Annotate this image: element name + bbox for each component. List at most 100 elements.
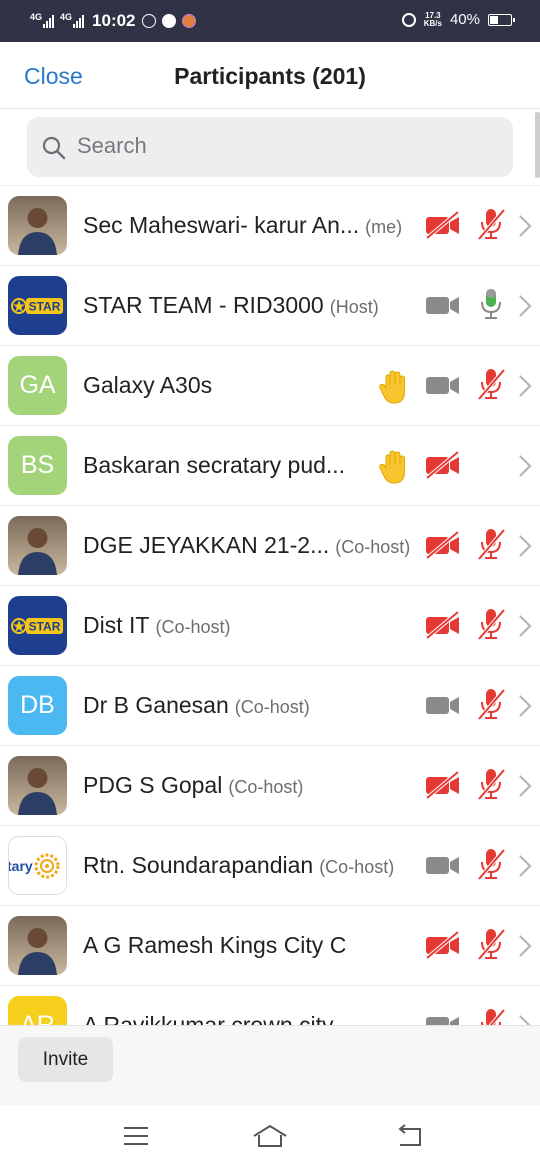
- video-on-icon[interactable]: [425, 370, 461, 405]
- participant-name: STAR TEAM - RID3000: [83, 292, 324, 318]
- mic-muted-icon[interactable]: [476, 367, 506, 406]
- avatar: [8, 916, 67, 975]
- network-type-1: 4G: [30, 12, 43, 22]
- chevron-right-icon[interactable]: [518, 694, 532, 723]
- video-off-icon[interactable]: [425, 930, 461, 965]
- video-on-icon[interactable]: [425, 290, 461, 325]
- chevron-right-icon[interactable]: [518, 534, 532, 563]
- logo-text: tary: [8, 857, 33, 874]
- video-on-icon[interactable]: [425, 1010, 461, 1026]
- participant-name-line: STAR TEAM - RID3000 (Host): [83, 292, 379, 319]
- participant-row[interactable]: GA Galaxy A30s: [0, 346, 540, 426]
- participant-name: Rtn. Soundarapandian: [83, 852, 314, 878]
- video-off-icon[interactable]: [425, 530, 461, 565]
- participant-role: (Host): [329, 297, 379, 317]
- mic-muted-icon[interactable]: [476, 687, 506, 726]
- mic-muted-icon[interactable]: [476, 927, 506, 966]
- chevron-right-icon[interactable]: [518, 214, 532, 243]
- system-nav-bar: [0, 1105, 540, 1170]
- logo-text: STAR: [29, 299, 61, 313]
- person-photo-icon: [18, 768, 57, 815]
- chevron-right-icon[interactable]: [518, 854, 532, 883]
- participant-row[interactable]: STAR Dist IT (Co-host): [0, 586, 540, 666]
- participant-role: (Co-host): [155, 617, 231, 637]
- network-type-2: 4G: [60, 12, 73, 22]
- mic-muted-icon[interactable]: [476, 767, 506, 806]
- participant-name-line: Rtn. Soundarapandian (Co-host): [83, 852, 394, 879]
- person-photo-icon: [18, 528, 57, 575]
- chevron-right-icon[interactable]: [518, 614, 532, 643]
- participant-row[interactable]: DGE JEYAKKAN 21-2... (Co-host): [0, 506, 540, 586]
- participant-role: (Co-host): [228, 777, 304, 797]
- mic-muted-icon[interactable]: [476, 607, 506, 646]
- invite-button[interactable]: Invite: [18, 1037, 113, 1082]
- participant-row[interactable]: AR A Ravikkumar crown city: [0, 986, 540, 1026]
- search-input[interactable]: [77, 133, 477, 159]
- chevron-right-icon[interactable]: [518, 454, 532, 483]
- participant-row[interactable]: BS Baskaran secratary pud...: [0, 426, 540, 506]
- avatar: [8, 516, 67, 575]
- avatar-initials: BS: [20, 451, 55, 479]
- home-icon[interactable]: [252, 1123, 288, 1149]
- logo-text: STAR: [29, 619, 61, 633]
- signal-1-icon: 4G: [30, 12, 55, 28]
- menu-icon[interactable]: [122, 1123, 150, 1149]
- participant-name: Dist IT: [83, 612, 150, 638]
- participant-name: Dr B Ganesan: [83, 692, 229, 718]
- battery-icon: [488, 13, 515, 26]
- video-off-icon[interactable]: [425, 770, 461, 805]
- chevron-right-icon[interactable]: [518, 374, 532, 403]
- mic-muted-icon[interactable]: [476, 1007, 506, 1026]
- participant-name: A G Ramesh Kings City C: [83, 932, 347, 958]
- avatar: AR: [8, 996, 67, 1026]
- video-on-icon[interactable]: [425, 850, 461, 885]
- participant-role: (Co-host): [335, 537, 411, 557]
- mic-muted-icon[interactable]: [476, 527, 506, 566]
- video-off-icon[interactable]: [425, 610, 461, 645]
- back-icon[interactable]: [396, 1123, 426, 1149]
- avatar-initials: GA: [19, 371, 56, 399]
- scrollbar[interactable]: [535, 112, 540, 178]
- chevron-right-icon[interactable]: [518, 774, 532, 803]
- video-on-icon[interactable]: [425, 690, 461, 725]
- app-u-icon: [161, 14, 176, 28]
- participant-row[interactable]: STAR STAR TEAM - RID3000 (Host): [0, 266, 540, 346]
- mic-on-icon[interactable]: [476, 287, 506, 326]
- network-speed-unit: KB/s: [423, 18, 442, 28]
- participant-row[interactable]: DB Dr B Ganesan (Co-host): [0, 666, 540, 746]
- participant-name: Sec Maheswari- karur An...: [83, 212, 360, 238]
- avatar: [8, 756, 67, 815]
- rotary-logo: tary: [8, 836, 67, 895]
- participant-name-line: Sec Maheswari- karur An... (me): [83, 212, 402, 239]
- participant-row[interactable]: Sec Maheswari- karur An... (me): [0, 186, 540, 266]
- chevron-right-icon[interactable]: [518, 294, 532, 323]
- network-speed: 17.3 KB/s: [423, 11, 442, 28]
- participant-name-line: DGE JEYAKKAN 21-2... (Co-host): [83, 532, 410, 559]
- search-bar[interactable]: [27, 117, 513, 177]
- page-title: Participants (201): [174, 63, 366, 89]
- avatar: BS: [8, 436, 67, 495]
- signal-2-icon: 4G: [60, 12, 85, 28]
- raised-hand-icon: [378, 370, 410, 404]
- participant-name-line: PDG S Gopal (Co-host): [83, 772, 303, 799]
- participant-name-line: Dist IT (Co-host): [83, 612, 230, 639]
- participant-row[interactable]: tary Rtn. Soundarapandian (Co-host): [0, 826, 540, 906]
- avatar-initials: AR: [20, 1011, 55, 1026]
- participant-row[interactable]: PDG S Gopal (Co-host): [0, 746, 540, 826]
- participant-row[interactable]: A G Ramesh Kings City C: [0, 906, 540, 986]
- star-team-logo: STAR: [8, 276, 67, 335]
- participant-list: Sec Maheswari- karur An... (me) STAR STAR T…: [0, 185, 540, 1026]
- participant-role: (Co-host): [234, 697, 310, 717]
- person-photo-icon: [18, 928, 57, 975]
- participant-name: Galaxy A30s: [83, 372, 213, 398]
- mic-muted-icon[interactable]: [476, 207, 506, 246]
- battery-fill: [490, 15, 498, 24]
- video-off-icon[interactable]: [425, 450, 461, 485]
- chevron-right-icon[interactable]: [518, 934, 532, 963]
- alarm-icon: [401, 12, 416, 27]
- participant-name: PDG S Gopal: [83, 772, 223, 798]
- mic-muted-icon[interactable]: [476, 847, 506, 886]
- participant-name: Baskaran secratary pud...: [83, 452, 346, 478]
- whatsapp-icon: [141, 14, 156, 28]
- video-off-icon[interactable]: [425, 210, 461, 245]
